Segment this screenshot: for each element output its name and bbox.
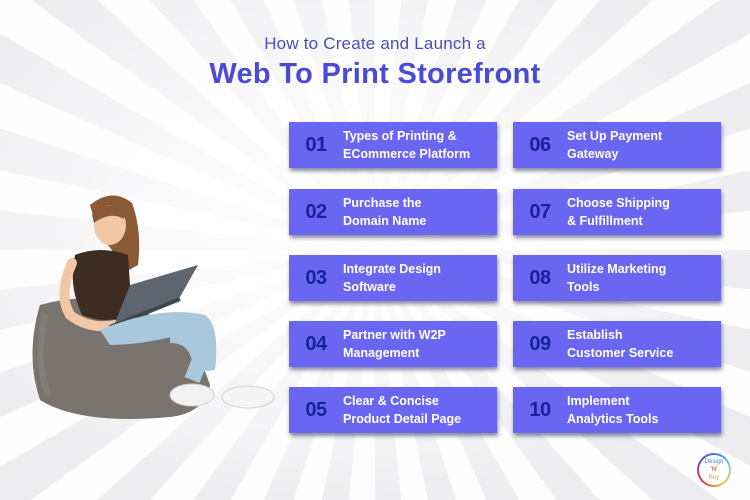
step-label: Types of Printing & ECommerce Platform [343, 129, 471, 161]
step-number: 03 [305, 266, 327, 289]
step-number: 06 [529, 133, 551, 156]
step-number: 08 [529, 266, 551, 289]
step-card-01: 01 Types of Printing & ECommerce Platfor… [289, 122, 497, 168]
step-label: Purchase the Domain Name [343, 196, 427, 228]
step-label: Integrate Design Software [343, 262, 441, 294]
sneaker-right [221, 385, 275, 409]
step-label: Choose Shipping & Fulfillment [567, 196, 670, 228]
page-subtitle: How to Create and Launch a [264, 34, 486, 53]
step-label: Establish Customer Service [567, 328, 674, 360]
step-label: Set Up Payment Gateway [567, 129, 663, 161]
step-label: Clear & Concise Product Detail Page [343, 394, 462, 426]
step-card-09: 09 Establish Customer Service [513, 321, 721, 367]
step-card-04: 04 Partner with W2P Management [289, 321, 497, 367]
logo-text-line1: Design [704, 459, 724, 465]
page-title: Web To Print Storefront [209, 58, 541, 90]
step-number: 04 [305, 332, 327, 355]
step-number: 02 [305, 200, 327, 223]
step-number: 05 [305, 398, 327, 421]
step-card-05: 05 Clear & Concise Product Detail Page [289, 387, 497, 433]
logo-text-line2: 'N' [710, 467, 718, 473]
step-card-07: 07 Choose Shipping & Fulfillment [513, 189, 721, 235]
sneaker-left [169, 383, 215, 407]
step-card-02: 02 Purchase the Domain Name [289, 189, 497, 235]
step-label: Partner with W2P Management [343, 328, 446, 360]
step-label: Implement Analytics Tools [567, 394, 659, 426]
step-label: Utilize Marketing Tools [567, 262, 667, 294]
step-number: 01 [305, 133, 327, 156]
woman-with-laptop-illustration [32, 195, 275, 419]
step-card-06: 06 Set Up Payment Gateway [513, 122, 721, 168]
step-number: 09 [529, 332, 551, 355]
step-card-08: 08 Utilize Marketing Tools [513, 255, 721, 301]
step-card-10: 10 Implement Analytics Tools [513, 387, 721, 433]
logo-text-line3: Buy [708, 475, 720, 481]
step-number: 10 [529, 398, 551, 421]
design-n-buy-logo: Design 'N' Buy [697, 453, 731, 487]
step-card-03: 03 Integrate Design Software [289, 255, 497, 301]
step-number: 07 [529, 200, 551, 223]
